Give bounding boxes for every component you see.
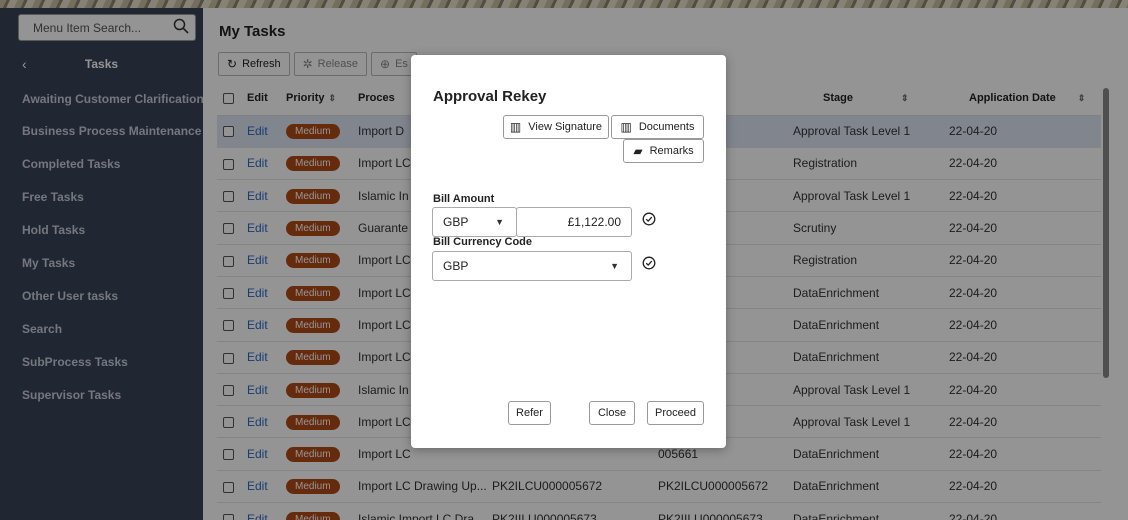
bill-amount-label: Bill Amount	[433, 193, 495, 205]
refer-label: Refer	[516, 407, 543, 419]
signature-icon: ▥	[509, 120, 522, 134]
documents-button[interactable]: ▥ Documents	[611, 115, 704, 139]
bill-amount-input[interactable]: £1,122.00	[516, 207, 632, 237]
refer-button[interactable]: Refer	[508, 401, 551, 425]
dialog-title: Approval Rekey	[433, 88, 547, 105]
bill-amount-currency-value: GBP	[443, 215, 469, 229]
bill-currency-code-select[interactable]: GBP ▼	[432, 251, 632, 281]
bill-amount-value: £1,122.00	[567, 215, 621, 229]
view-signature-button[interactable]: ▥ View Signature	[503, 115, 609, 139]
bill-amount-currency-select[interactable]: GBP ▼	[432, 207, 517, 237]
caret-down-icon: ▼	[610, 261, 619, 271]
check-circle-icon	[642, 212, 656, 226]
caret-down-icon: ▼	[495, 217, 504, 227]
documents-icon: ▥	[620, 120, 632, 134]
remarks-button[interactable]: ▰ Remarks	[623, 139, 704, 163]
close-label: Close	[597, 407, 627, 419]
remarks-label: Remarks	[649, 145, 694, 157]
close-button[interactable]: Close	[589, 401, 635, 425]
bill-currency-code-value: GBP	[443, 259, 469, 273]
approval-rekey-dialog: Approval Rekey ▥ View Signature ▥ Docume…	[411, 55, 726, 448]
comment-icon: ▰	[633, 144, 643, 158]
view-signature-label: View Signature	[528, 121, 603, 133]
bill-currency-code-label: Bill Currency Code	[433, 236, 533, 248]
proceed-button[interactable]: Proceed	[647, 401, 704, 425]
check-circle-icon	[642, 256, 656, 270]
proceed-label: Proceed	[655, 407, 696, 419]
documents-label: Documents	[638, 121, 695, 133]
